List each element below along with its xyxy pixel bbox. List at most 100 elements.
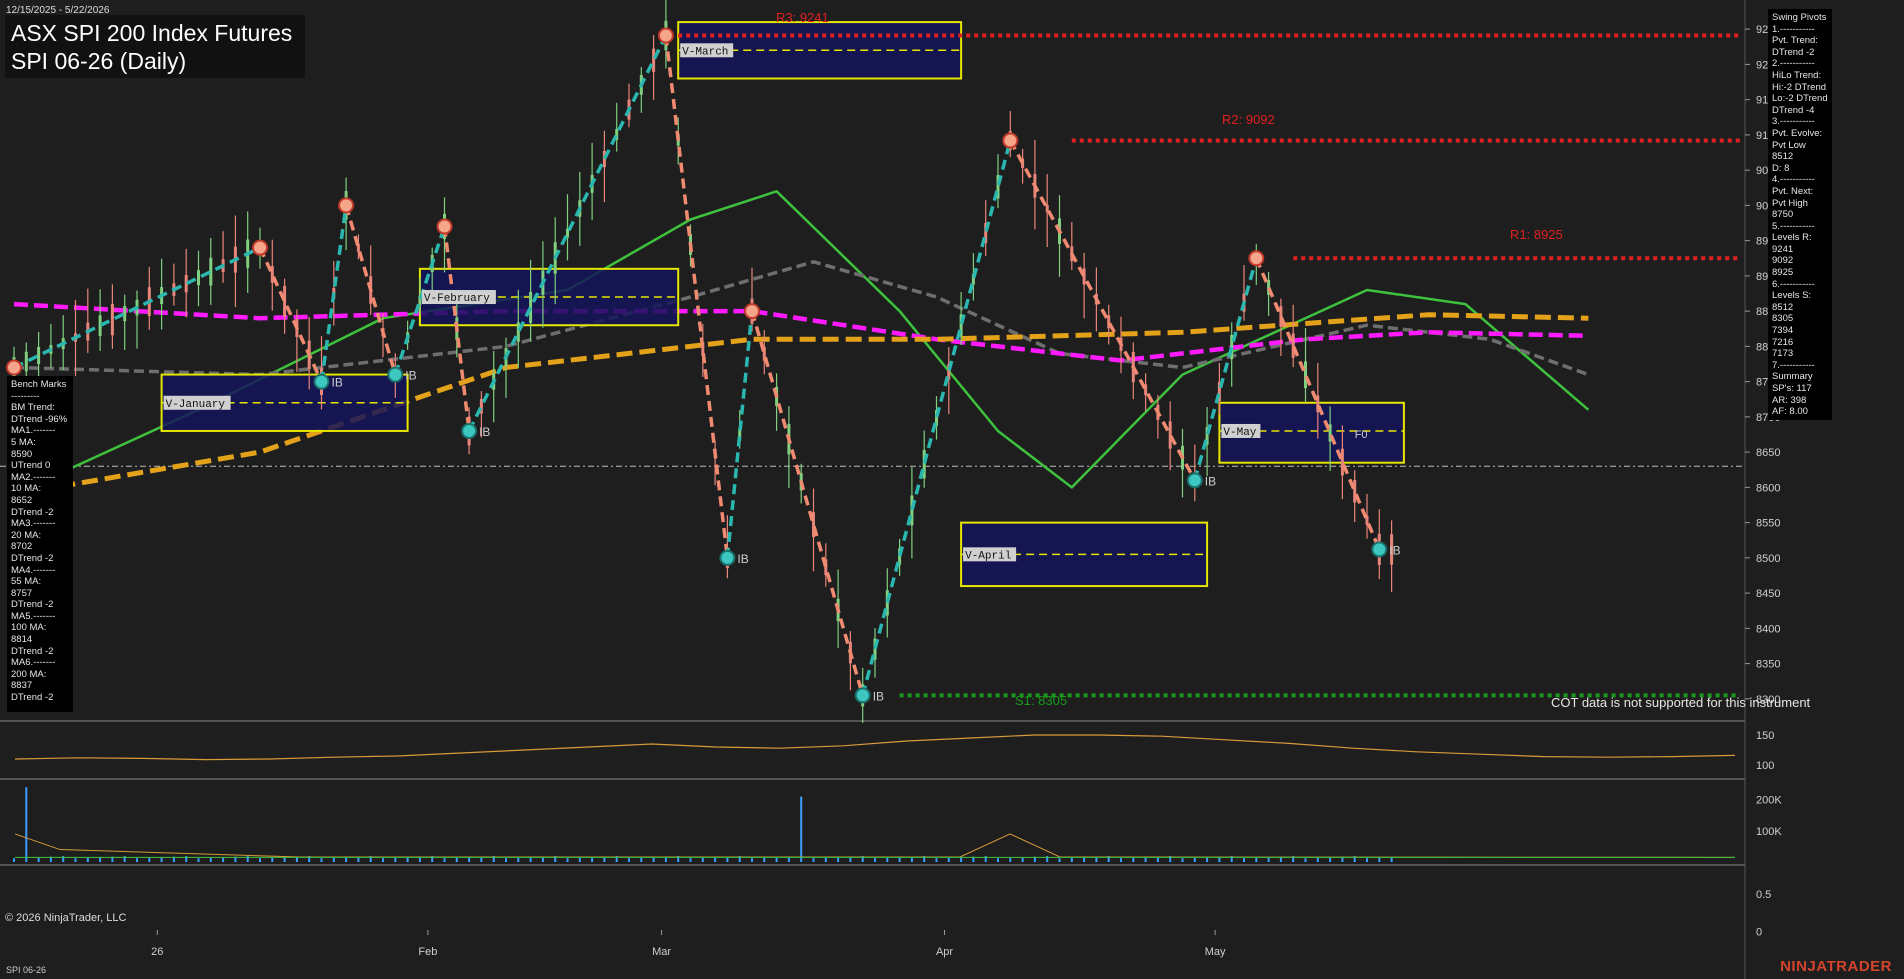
bench_marks-line: --------- (11, 390, 40, 402)
vwap-label-group: V-May (1221, 423, 1261, 439)
swing-low-marker (387, 366, 404, 383)
y-axis-label: 8500 (1756, 553, 1780, 565)
swing_pivots-line: 8750 (1772, 209, 1794, 221)
swing_pivots-line: 5.----------- (1772, 220, 1815, 232)
swing_pivots-line: 6.----------- (1772, 278, 1815, 290)
bench_marks-line: 55 MA: (11, 576, 42, 588)
swing-segment (344, 204, 397, 376)
bench_marks-line: 5 MA: (11, 436, 36, 448)
candle-body (516, 322, 520, 342)
copyright: © 2026 NinjaTrader, LLC (5, 912, 127, 924)
candle-body (24, 351, 28, 372)
swing_pivots-line: Summary (1772, 371, 1813, 383)
title-box: ASX SPI 200 Index Futures SPI 06-26 (Dai… (5, 15, 305, 78)
bench_marks-line: 8814 (11, 634, 33, 646)
y-axis-label: 8350 (1756, 659, 1780, 671)
vwap-label-group: V-February (421, 290, 496, 305)
swing_pivots-line: Lo:-2 DTrend (1772, 93, 1828, 105)
bench_marks-line: MA4.------- (11, 564, 56, 576)
vwap-label: V-March (682, 46, 728, 58)
swing-low-marker (1186, 472, 1203, 489)
chart-grid (0, 0, 1746, 979)
instrument-title: ASX SPI 200 Index Futures (11, 20, 293, 46)
swing-low-marker (1371, 541, 1388, 558)
x-axis-label: May (1205, 946, 1226, 958)
swing_pivots-line: 7216 (1772, 336, 1794, 348)
vwap-label-group: V-March (680, 43, 734, 58)
swing_pivots-line: Hi:-2 DTrend (1772, 81, 1827, 93)
swing_pivots-line: Levels R: (1772, 232, 1812, 244)
price-chart[interactable]: 26 Feb Mar Apr May83008350840084508500855086… (0, 0, 1904, 979)
swing_pivots-line: AR: 398 (1772, 394, 1807, 406)
candle-body (1291, 333, 1295, 358)
bench_marks-line: 10 MA: (11, 483, 42, 495)
sub-panel-2-y-label: 100K (1756, 826, 1782, 838)
vwap-label: V-April (965, 550, 1011, 562)
swing_pivots-line: 9241 (1772, 243, 1794, 255)
y-axis-label: 8600 (1756, 482, 1780, 494)
swing_pivots-line: 1.----------- (1772, 23, 1815, 35)
pivot-level-label: R3: 9241 (776, 10, 829, 25)
x-axis-label: Feb (418, 946, 437, 958)
candle-body (110, 303, 114, 336)
sub-panels (13, 734, 1736, 862)
candle-body (1279, 306, 1283, 327)
bench_marks-line: DTrend -2 (11, 645, 54, 657)
swing_pivots-line: Swing Pivots (1772, 12, 1827, 23)
swing-high-marker (744, 303, 760, 320)
swing_pivots-line: 7173 (1772, 348, 1794, 360)
swing_pivots-line: HiLo Trend: (1772, 69, 1822, 81)
pivot-levels (678, 33, 1740, 698)
swing_pivots-line: Pvt. Next: (1772, 185, 1814, 197)
swing-high-marker (6, 359, 22, 376)
candle-body (1168, 421, 1172, 449)
swing_pivots-line: 8512 (1772, 301, 1794, 313)
swing-low-marker (461, 422, 478, 439)
swing_pivots-line: Pvt Low (1772, 139, 1806, 151)
bench_marks-line: 20 MA: (11, 529, 42, 541)
swing-segment (258, 246, 324, 383)
y-axis-label: 8400 (1756, 623, 1780, 635)
vwap-label: V-February (424, 293, 490, 305)
swing_pivots-line: AF: 8.00 (1772, 406, 1808, 418)
bench_marks-line: 8590 (11, 448, 33, 460)
ib-label: IB (405, 369, 416, 383)
swing_pivots-line: Levels S: (1772, 290, 1812, 302)
swing_pivots-line: 7394 (1772, 325, 1794, 337)
swing-low-marker (854, 687, 871, 704)
ma-100-line (13, 301, 1589, 363)
bench_marks-line: MA5.------- (11, 610, 56, 622)
swing_pivots-line: Pvt High (1772, 197, 1808, 209)
brand-logo: NINJATRADER (1780, 958, 1892, 975)
y-axis-label: 8450 (1756, 588, 1780, 600)
swing-segment (1008, 139, 1197, 482)
swing-high-marker (338, 197, 355, 214)
ib-label: IB (1205, 474, 1216, 488)
candle-body (1353, 479, 1357, 503)
swing-high-marker (436, 218, 453, 235)
pivot-level-label: R1: 8925 (1510, 227, 1563, 242)
bench_marks-line: DTrend -96% (11, 413, 68, 425)
bench_marks-line: MA6.------- (11, 657, 56, 669)
vwap-boxes (160, 21, 1405, 588)
bench_marks-line: 200 MA: (11, 668, 47, 680)
volume-avg-line (14, 833, 1736, 858)
instrument-subtitle: SPI 06-26 (Daily) (11, 48, 187, 74)
swing_pivots-line: Pvt. Evolve: (1772, 127, 1823, 139)
swing-segment (319, 205, 348, 382)
bench_marks-line: DTrend -2 (11, 506, 54, 518)
swing_pivots-line: 2.----------- (1772, 58, 1815, 70)
sub-panel-3-y-label: 0.5 (1756, 889, 1771, 901)
bench_marks-line: 8837 (11, 680, 33, 692)
vwap-label-group: V-January (163, 395, 231, 411)
sub-panel-2-y-label: 200K (1756, 795, 1782, 807)
axes: 26 Feb Mar Apr May83008350840084508500855086… (151, 24, 1782, 958)
swing_pivots-line: 7.----------- (1772, 359, 1815, 371)
sub-panel-3-y-label: 0 (1756, 926, 1762, 938)
candle-body (197, 270, 200, 286)
bench_marks-line: DTrend -2 (11, 692, 54, 704)
f0-label: F0 (1355, 429, 1368, 441)
candle-body (123, 305, 127, 322)
bench-marks-panel: Bench Marks --------- BM Trend: DTrend -96%… (7, 376, 73, 712)
vwap-label-group: V-April (963, 547, 1017, 562)
